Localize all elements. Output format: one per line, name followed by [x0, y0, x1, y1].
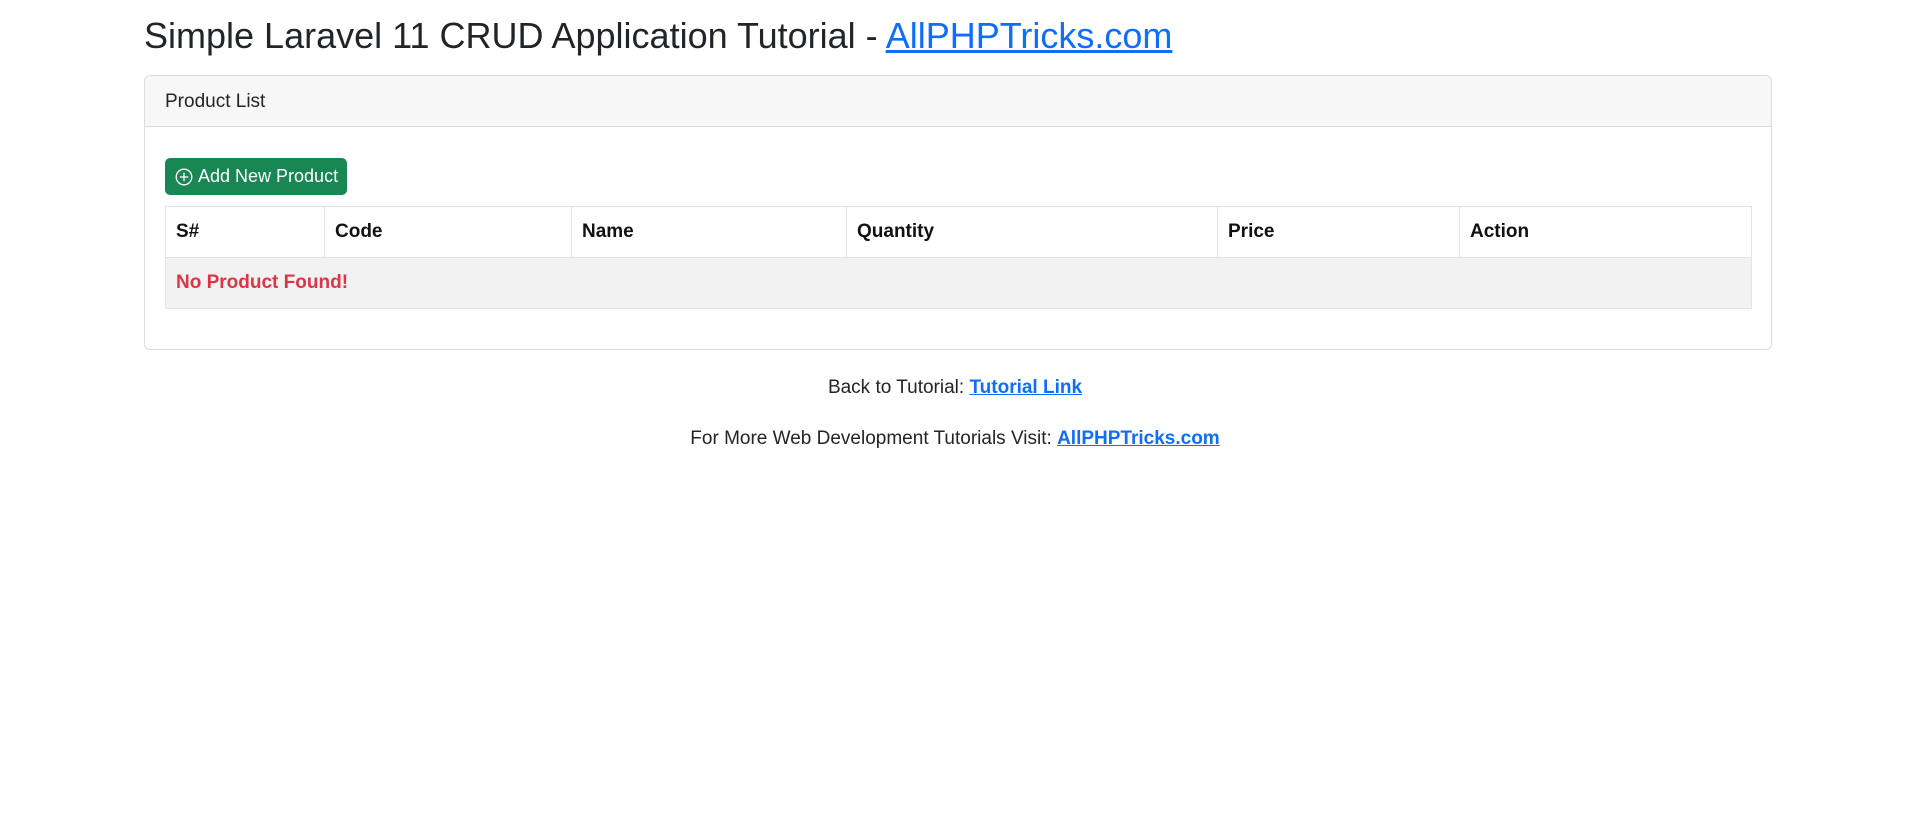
allphptricks-title-link[interactable]: AllPHPTricks.com	[886, 15, 1173, 56]
back-to-tutorial-line: Back to Tutorial: Tutorial Link	[0, 377, 1910, 399]
column-header-name: Name	[571, 206, 847, 258]
column-header-quantity: Quantity	[846, 206, 1218, 258]
table-header-row: S# Code Name Quantity Price Action	[165, 206, 1752, 258]
more-tutorials-line: For More Web Development Tutorials Visit…	[0, 428, 1910, 450]
tutorial-link[interactable]: Tutorial Link	[969, 377, 1082, 398]
page-title: Simple Laravel 11 CRUD Application Tutor…	[144, 14, 1172, 58]
add-new-product-button[interactable]: Add New Product	[165, 158, 347, 195]
add-new-product-label: Add New Product	[198, 166, 339, 186]
back-to-tutorial-text: Back to Tutorial:	[827, 377, 970, 398]
column-header-code: Code	[324, 206, 572, 258]
allphptricks-footer-link[interactable]: AllPHPTricks.com	[1057, 428, 1220, 449]
plus-circle-icon	[175, 168, 193, 186]
no-product-message: No Product Found!	[165, 257, 1752, 309]
products-table: S# Code Name Quantity Price Action No Pr…	[165, 206, 1752, 309]
page-title-text: Simple Laravel 11 CRUD Application Tutor…	[144, 15, 886, 56]
column-header-action: Action	[1459, 206, 1752, 258]
table-row-empty: No Product Found!	[165, 257, 1752, 309]
column-header-sno: S#	[165, 206, 325, 258]
card-header: Product List	[145, 76, 1771, 127]
product-list-card: Product List Add New Product S# Code Nam…	[144, 75, 1772, 350]
more-tutorials-text: For More Web Development Tutorials Visit…	[690, 428, 1058, 449]
column-header-price: Price	[1217, 206, 1460, 258]
